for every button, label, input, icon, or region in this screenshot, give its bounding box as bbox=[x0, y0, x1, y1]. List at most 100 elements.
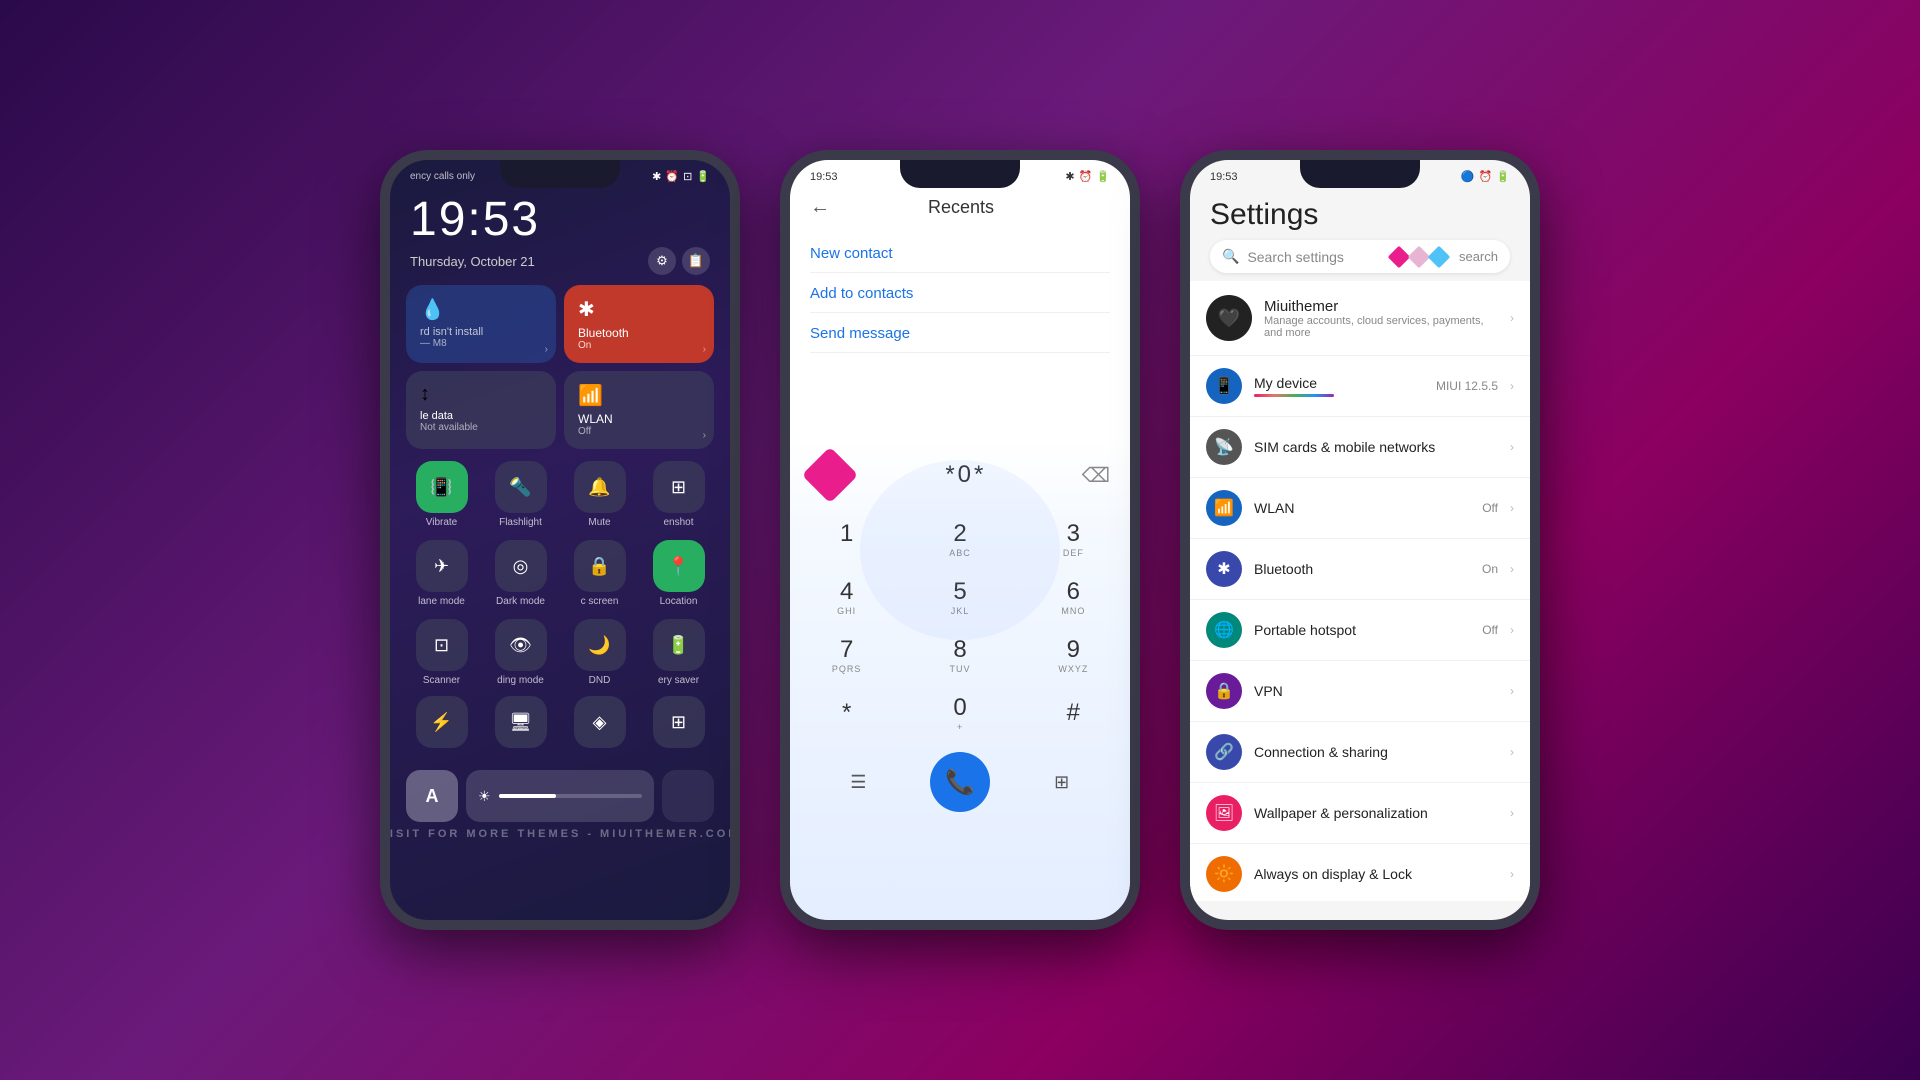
qa-reading-icon: 👁 bbox=[495, 619, 547, 671]
tile-mobile[interactable]: 💧 rd isn't install — M8 › bbox=[406, 285, 556, 363]
qa-darkmode-icon: ◎ bbox=[495, 540, 547, 592]
font-btn[interactable]: A bbox=[406, 770, 458, 822]
dial-key-7[interactable]: 7 PQRS bbox=[790, 626, 903, 684]
alarm-icon: ⏰ bbox=[665, 170, 679, 183]
phone2-status-bar: 19:53 ✱ ⏰ 🔋 bbox=[790, 160, 1130, 188]
qa-airplane[interactable]: ✈ lane mode bbox=[406, 540, 477, 607]
phone2-status-icons: ✱ ⏰ 🔋 bbox=[1065, 170, 1110, 183]
wlan-text: WLAN bbox=[1254, 500, 1470, 516]
dial-key-5[interactable]: 5 JKL bbox=[903, 568, 1016, 626]
dial-key-hash[interactable]: # bbox=[1017, 684, 1130, 742]
aod-label: Always on display & Lock bbox=[1254, 866, 1498, 882]
tile-bluetooth-icon: ✱ bbox=[578, 297, 700, 322]
qa-mute[interactable]: 🔔 Mute bbox=[564, 461, 635, 528]
bt-icon-p2: ✱ bbox=[1065, 170, 1074, 183]
phone1-date-row: Thursday, October 21 ⚙ 📋 bbox=[390, 247, 730, 275]
qa-reading[interactable]: 👁 ding mode bbox=[485, 619, 556, 686]
qa-misc2[interactable]: 🖥 bbox=[485, 696, 556, 748]
qa-darkmode[interactable]: ◎ Dark mode bbox=[485, 540, 556, 607]
phone1-screen: ency calls only ✱ ⏰ ⊡ 🔋 19:53 Thursday, … bbox=[390, 160, 730, 920]
search-input[interactable]: Search settings bbox=[1247, 249, 1383, 265]
alarm-icon-p3: ⏰ bbox=[1479, 170, 1493, 183]
qa-misc4[interactable]: ⊞ bbox=[643, 696, 714, 748]
tile-bluetooth-sub: On bbox=[578, 340, 700, 351]
bluetooth-text: Bluetooth bbox=[1254, 561, 1470, 577]
extra-btn[interactable] bbox=[662, 770, 714, 822]
quick-actions-row1: 📳 Vibrate 🔦 Flashlight 🔔 Mute ⊞ enshot bbox=[390, 455, 730, 534]
settings-item-hotspot[interactable]: 🌐 Portable hotspot Off › bbox=[1190, 600, 1530, 661]
dial-key-2[interactable]: 2 ABC bbox=[903, 510, 1016, 568]
dial-key-6[interactable]: 6 MNO bbox=[1017, 568, 1130, 626]
dial-key-9[interactable]: 9 WXYZ bbox=[1017, 626, 1130, 684]
dial-alpha-7: PQRS bbox=[832, 664, 862, 674]
tile-mobile-sub: — M8 bbox=[420, 338, 542, 349]
settings-item-wlan[interactable]: 📶 WLAN Off › bbox=[1190, 478, 1530, 539]
qa-misc3[interactable]: ◈ bbox=[564, 696, 635, 748]
qa-vibrate-icon: 📳 bbox=[416, 461, 468, 513]
send-message-link[interactable]: Send message bbox=[810, 315, 1110, 353]
wallpaper-chevron: › bbox=[1510, 806, 1514, 820]
settings-item-bluetooth[interactable]: ✱ Bluetooth On › bbox=[1190, 539, 1530, 600]
new-contact-link[interactable]: New contact bbox=[810, 235, 1110, 273]
settings-item-wallpaper[interactable]: 🖼 Wallpaper & personalization › bbox=[1190, 783, 1530, 844]
brightness-slider[interactable]: ☀ bbox=[466, 770, 654, 822]
tile-mobile-icon: 💧 bbox=[420, 297, 542, 322]
qa-flashlight[interactable]: 🔦 Flashlight bbox=[485, 461, 556, 528]
qa-lockscreen[interactable]: 🔒 c screen bbox=[564, 540, 635, 607]
qa-scanner[interactable]: ⊡ Scanner bbox=[406, 619, 477, 686]
search-button[interactable]: search bbox=[1459, 249, 1498, 264]
settings-item-vpn[interactable]: 🔒 VPN › bbox=[1190, 661, 1530, 722]
qa-airplane-label: lane mode bbox=[418, 596, 465, 607]
call-button[interactable]: 📞 bbox=[930, 752, 990, 812]
mydevice-chevron: › bbox=[1510, 379, 1514, 393]
search-bar[interactable]: 🔍 Search settings search bbox=[1210, 240, 1510, 273]
dial-keypad-btn[interactable]: ⊞ bbox=[1037, 757, 1087, 807]
aod-chevron: › bbox=[1510, 867, 1514, 881]
dial-num-9: 9 bbox=[1067, 636, 1080, 664]
qa-scanner-label: Scanner bbox=[423, 675, 460, 686]
qa-misc3-icon: ◈ bbox=[574, 696, 626, 748]
wlan-chevron: › bbox=[1510, 501, 1514, 515]
qa-vibrate[interactable]: 📳 Vibrate bbox=[406, 461, 477, 528]
settings-item-mydevice[interactable]: 📱 My device MIUI 12.5.5 › bbox=[1190, 356, 1530, 417]
settings-icon-btn[interactable]: ⚙ bbox=[648, 247, 676, 275]
battery-icon-p2: 🔋 bbox=[1096, 170, 1110, 183]
edit-icon-btn[interactable]: 📋 bbox=[682, 247, 710, 275]
tile-data[interactable]: ↕ le data Not available bbox=[406, 371, 556, 449]
dial-key-8[interactable]: 8 TUV bbox=[903, 626, 1016, 684]
qa-location[interactable]: 📍 Location bbox=[643, 540, 714, 607]
settings-item-aod[interactable]: 🔆 Always on display & Lock › bbox=[1190, 844, 1530, 901]
tile-wlan[interactable]: 📶 WLAN Off › bbox=[564, 371, 714, 449]
bluetooth-label: Bluetooth bbox=[1254, 561, 1470, 577]
dial-key-4[interactable]: 4 GHI bbox=[790, 568, 903, 626]
sim-chevron: › bbox=[1510, 440, 1514, 454]
dial-menu-btn[interactable]: ☰ bbox=[833, 757, 883, 807]
qa-misc1[interactable]: ⚡ bbox=[406, 696, 477, 748]
mydevice-label: My device bbox=[1254, 375, 1424, 391]
phone1: ency calls only ✱ ⏰ ⊡ 🔋 19:53 Thursday, … bbox=[380, 150, 740, 930]
hotspot-text: Portable hotspot bbox=[1254, 622, 1470, 638]
qa-screenshot[interactable]: ⊞ enshot bbox=[643, 461, 714, 528]
dial-alpha-2: ABC bbox=[949, 548, 971, 558]
settings-profile-item[interactable]: 🖤 Miuithemer Manage accounts, cloud serv… bbox=[1190, 281, 1530, 356]
tile-bluetooth[interactable]: ✱ Bluetooth On › bbox=[564, 285, 714, 363]
qa-battery[interactable]: 🔋 ery saver bbox=[643, 619, 714, 686]
dialpad: 1 2 ABC 3 DEF 4 GHI 5 JKL bbox=[790, 510, 1130, 742]
tile-bluetooth-label: Bluetooth bbox=[578, 326, 700, 340]
dial-delete-btn[interactable]: ⌫ bbox=[1082, 463, 1110, 488]
dial-key-1[interactable]: 1 bbox=[790, 510, 903, 568]
dial-key-3[interactable]: 3 DEF bbox=[1017, 510, 1130, 568]
settings-item-sim[interactable]: 📡 SIM cards & mobile networks › bbox=[1190, 417, 1530, 478]
back-button[interactable]: ← bbox=[810, 196, 830, 219]
qa-dnd[interactable]: 🌙 DND bbox=[564, 619, 635, 686]
qa-screenshot-icon: ⊞ bbox=[653, 461, 705, 513]
add-to-contacts-link[interactable]: Add to contacts bbox=[810, 275, 1110, 313]
settings-item-connection[interactable]: 🔗 Connection & sharing › bbox=[1190, 722, 1530, 783]
wallpaper-icon: 🖼 bbox=[1206, 795, 1242, 831]
settings-header: Settings 🔍 Search settings search bbox=[1190, 188, 1530, 281]
qa-misc1-icon: ⚡ bbox=[416, 696, 468, 748]
dial-key-star[interactable]: * bbox=[790, 684, 903, 742]
brand-diamond-pink bbox=[1388, 245, 1411, 268]
dial-display: *0* ⌫ bbox=[790, 440, 1130, 510]
dial-key-0[interactable]: 0 + bbox=[903, 684, 1016, 742]
